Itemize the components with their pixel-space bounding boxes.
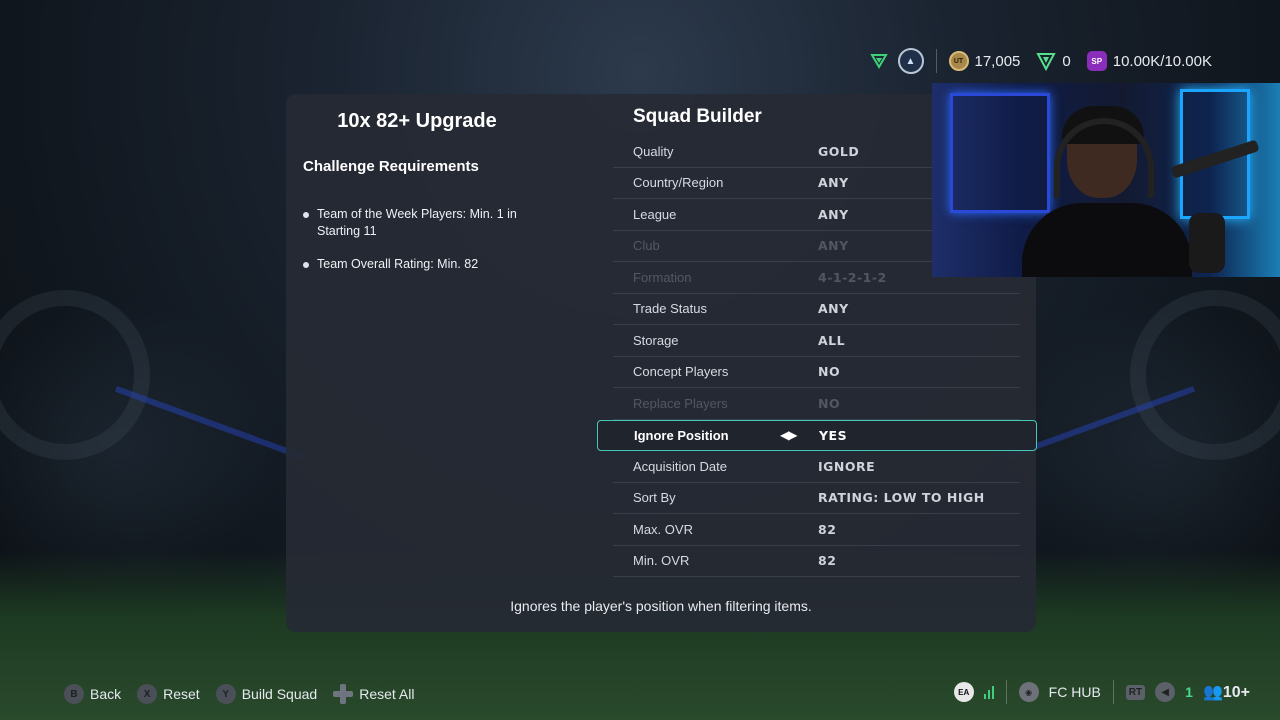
- option-label: Formation: [633, 269, 692, 285]
- option-label: League: [633, 206, 677, 222]
- fc-hub-icon: ◉: [1018, 682, 1039, 702]
- fc-points-icon: [1036, 51, 1057, 71]
- back-button[interactable]: B Back: [64, 684, 121, 704]
- friends-online[interactable]: 👥10+: [1203, 682, 1250, 702]
- system-status-bar: EA ◉ FC HUB RT ◀ 1 👥10+: [953, 680, 1250, 704]
- y-button-icon: Y: [215, 684, 236, 704]
- divider: [935, 49, 937, 73]
- option-label: Club: [633, 238, 660, 254]
- friends-count: 10+: [1222, 684, 1250, 701]
- requirement-item: Team of the Week Players: Min. 1 in Star…: [303, 206, 543, 240]
- option-label: Replace Players: [633, 395, 728, 411]
- coins-value: 17,005: [974, 52, 1021, 70]
- webcam-overlay: [932, 83, 1280, 277]
- option-label: Sort By: [633, 490, 676, 506]
- points-display: 0: [1036, 51, 1071, 71]
- option-row-max-ovr[interactable]: Max. OVR 82: [613, 514, 1020, 546]
- build-squad-label: Build Squad: [241, 686, 318, 702]
- option-value: RATING: LOW TO HIGH: [818, 490, 985, 506]
- connection-bars-icon: [983, 685, 994, 699]
- option-label: Country/Region: [633, 175, 724, 191]
- controller-hints: B Back X Reset Y Build Squad Reset All: [64, 684, 414, 704]
- x-button-icon: X: [137, 684, 158, 704]
- option-value: ANY: [818, 301, 849, 317]
- points-value: 0: [1062, 52, 1071, 70]
- speaker-icon[interactable]: ◀: [1155, 682, 1176, 702]
- option-value: NO: [818, 364, 841, 380]
- webcam-microphone: [1189, 213, 1225, 273]
- option-value: ALL: [818, 332, 846, 348]
- option-value: YES: [819, 427, 848, 443]
- requirement-item: Team Overall Rating: Min. 82: [303, 256, 543, 273]
- option-label: Quality: [633, 143, 674, 159]
- option-row-storage[interactable]: Storage ALL: [613, 325, 1020, 357]
- option-value: 82: [818, 553, 837, 569]
- option-value: NO: [818, 395, 841, 411]
- option-hint-text: Ignores the player's position when filte…: [510, 598, 812, 614]
- requirements-list: Team of the Week Players: Min. 1 in Star…: [303, 206, 543, 289]
- reset-all-button[interactable]: Reset All: [333, 684, 414, 704]
- reset-all-label: Reset All: [359, 686, 415, 702]
- dpad-icon: [333, 684, 354, 704]
- notification-count: 1: [1185, 684, 1193, 700]
- option-value: 4-1-2-1-2: [818, 269, 887, 285]
- squad-builder-title: Squad Builder: [633, 106, 762, 127]
- option-row-replace-players: Replace Players NO: [613, 388, 1020, 420]
- option-value: GOLD: [818, 143, 860, 159]
- webcam-body: [1022, 203, 1192, 277]
- option-label: Min. OVR: [633, 553, 690, 569]
- coins-display: UT 17,005: [948, 51, 1021, 71]
- option-label: Acquisition Date: [633, 458, 727, 474]
- option-row-concept-players[interactable]: Concept Players NO: [613, 357, 1020, 388]
- back-label: Back: [90, 686, 122, 702]
- option-row-sort-by[interactable]: Sort By RATING: LOW TO HIGH: [613, 483, 1020, 514]
- divider: [1112, 680, 1114, 704]
- option-row-ignore-position[interactable]: Ignore Position ◀▶ YES: [597, 419, 1037, 451]
- ea-logo-icon: EA: [953, 682, 974, 702]
- top-status-bar: ▲ UT 17,005 0 SP 10.00K/10.00K: [869, 48, 1219, 74]
- option-row-min-ovr[interactable]: Min. OVR 82: [613, 546, 1020, 577]
- challenge-column: 10x 82+ Upgrade Challenge Requirements T…: [286, 94, 586, 632]
- option-label: Concept Players: [633, 364, 729, 380]
- option-row-trade-status[interactable]: Trade Status ANY: [613, 294, 1020, 325]
- b-button-icon: B: [64, 684, 84, 704]
- option-value: IGNORE: [818, 458, 876, 474]
- division-triangle-icon: [869, 52, 888, 70]
- option-row-acquisition-date[interactable]: Acquisition Date IGNORE: [613, 451, 1020, 483]
- sp-display: SP 10.00K/10.00K: [1086, 51, 1212, 71]
- build-squad-button[interactable]: Y Build Squad: [215, 684, 318, 704]
- option-label: Ignore Position: [634, 427, 729, 443]
- fc-hub-label[interactable]: FC HUB: [1049, 684, 1101, 700]
- rt-button-icon: RT: [1125, 684, 1146, 700]
- option-label: Trade Status: [633, 301, 707, 317]
- option-value: ANY: [818, 206, 849, 222]
- reset-button[interactable]: X Reset: [137, 684, 200, 704]
- sp-value: 10.00K/10.00K: [1112, 52, 1212, 70]
- sp-icon: SP: [1086, 51, 1107, 71]
- left-right-arrows-icon[interactable]: ◀▶: [780, 428, 797, 442]
- option-label: Max. OVR: [633, 521, 693, 537]
- friends-icon: 👥: [1202, 684, 1223, 701]
- option-label: Storage: [633, 332, 679, 348]
- option-value: 82: [818, 521, 837, 537]
- webcam-person: [1012, 106, 1192, 277]
- club-badge-icon[interactable]: ▲: [897, 48, 924, 74]
- requirements-heading: Challenge Requirements: [303, 158, 479, 175]
- reset-label: Reset: [163, 686, 200, 702]
- option-value: ANY: [818, 238, 849, 254]
- challenge-title: 10x 82+ Upgrade: [337, 110, 497, 132]
- squad-builder-panel: 10x 82+ Upgrade Challenge Requirements T…: [286, 94, 1037, 632]
- divider: [1005, 680, 1007, 704]
- coin-icon: UT: [948, 51, 969, 71]
- option-value: ANY: [818, 175, 849, 191]
